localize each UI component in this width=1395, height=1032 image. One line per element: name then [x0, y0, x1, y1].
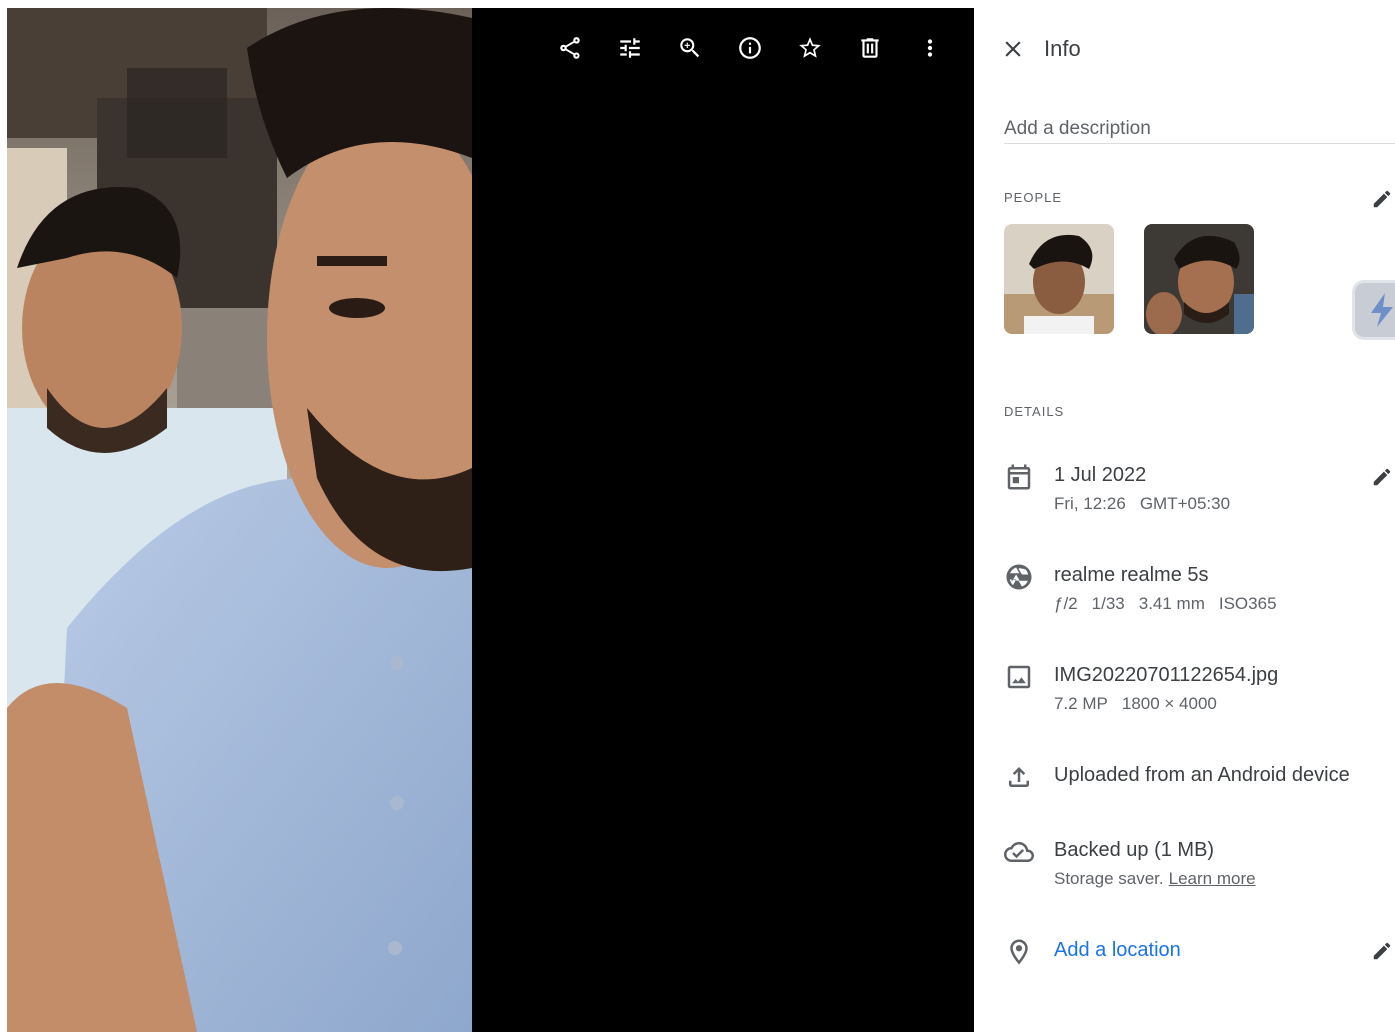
info-button[interactable]	[720, 30, 780, 66]
share-button[interactable]	[540, 30, 600, 66]
edit-location-button[interactable]	[1371, 940, 1393, 962]
delete-button[interactable]	[840, 30, 900, 66]
timezone-text: GMT+05:30	[1139, 494, 1231, 513]
camera-settings-text: ƒ/2 1/33 3.41 mm ISO365	[1054, 594, 1291, 614]
star-icon	[799, 37, 821, 58]
detail-backup: Backed up (1 MB) Storage saver. Learn mor…	[1004, 837, 1395, 897]
info-icon	[739, 37, 761, 59]
edit-people-button[interactable]	[1371, 188, 1393, 210]
person-face-1[interactable]	[1004, 224, 1114, 334]
camera-aperture-icon	[1004, 562, 1034, 592]
focal-length-text: 3.41 mm	[1138, 594, 1205, 613]
photo-viewer	[0, 8, 974, 1032]
people-label: PEOPLE	[1004, 190, 1063, 205]
edit-date-button[interactable]	[1371, 466, 1393, 488]
delete-icon	[861, 38, 879, 58]
favorite-button[interactable]	[780, 30, 840, 66]
resolution-text: 1800 × 4000	[1121, 694, 1217, 713]
image-icon	[1004, 662, 1034, 692]
aperture-text: ƒ/2	[1054, 594, 1078, 613]
camera-model-text: realme realme 5s	[1054, 564, 1209, 586]
zoom-in-icon	[680, 38, 700, 58]
edit-button[interactable]	[600, 30, 660, 66]
upload-icon	[1004, 762, 1034, 792]
zoom-button[interactable]	[660, 30, 720, 66]
file-specs-text: 7.2 MP 1800 × 4000	[1054, 694, 1231, 714]
edit-tune-icon	[620, 38, 640, 58]
panel-title: Info	[1044, 36, 1081, 61]
side-assistant-button[interactable]	[1352, 280, 1395, 340]
filename-text: IMG20220701122654.jpg	[1054, 664, 1279, 686]
shutter-text: 1/33	[1091, 594, 1125, 613]
description-input[interactable]	[1004, 114, 1395, 144]
upload-source-text: Uploaded from an Android device	[1054, 764, 1350, 786]
info-panel: Info PEOPLE DETAILS	[974, 8, 1395, 1032]
pencil-icon	[1373, 468, 1391, 486]
details-label: DETAILS	[1004, 404, 1065, 419]
viewer-toolbar	[540, 30, 960, 66]
storage-saver-text: Storage saver.	[1054, 869, 1164, 888]
photo	[7, 8, 472, 1032]
learn-more-link[interactable]: Learn more	[1169, 869, 1256, 888]
date-time-text: Fri, 12:26 GMT+05:30	[1054, 494, 1244, 514]
more-options-button[interactable]	[900, 30, 960, 66]
time-text: Fri, 12:26	[1054, 494, 1126, 513]
viewer-edge	[0, 8, 7, 1032]
detail-date: 1 Jul 2022 Fri, 12:26 GMT+05:30	[1004, 462, 1395, 522]
assistant-icon	[1371, 293, 1393, 327]
close-button[interactable]	[1000, 36, 1026, 62]
add-location-link[interactable]: Add a location	[1054, 939, 1181, 962]
detail-camera: realme realme 5s ƒ/2 1/33 3.41 mm ISO365	[1004, 562, 1395, 622]
cloud-done-icon	[1004, 837, 1034, 867]
top-strip	[0, 0, 1395, 8]
calendar-icon	[1004, 462, 1034, 492]
megapixels-text: 7.2 MP	[1054, 694, 1108, 713]
more-vert-icon	[927, 39, 933, 57]
pencil-icon	[1373, 190, 1391, 208]
detail-file: IMG20220701122654.jpg 7.2 MP 1800 × 4000	[1004, 662, 1395, 722]
detail-upload: Uploaded from an Android device	[1004, 762, 1395, 802]
date-text: 1 Jul 2022	[1054, 464, 1147, 486]
share-icon	[560, 37, 580, 59]
detail-location: Add a location	[1004, 937, 1395, 977]
close-icon	[1005, 41, 1021, 57]
location-pin-icon	[1004, 937, 1034, 967]
person-face-2[interactable]	[1144, 224, 1254, 334]
storage-text: Storage saver. Learn more	[1054, 869, 1270, 889]
backup-status-text: Backed up (1 MB)	[1054, 839, 1215, 861]
pencil-icon	[1373, 942, 1391, 960]
iso-text: ISO365	[1218, 594, 1277, 613]
